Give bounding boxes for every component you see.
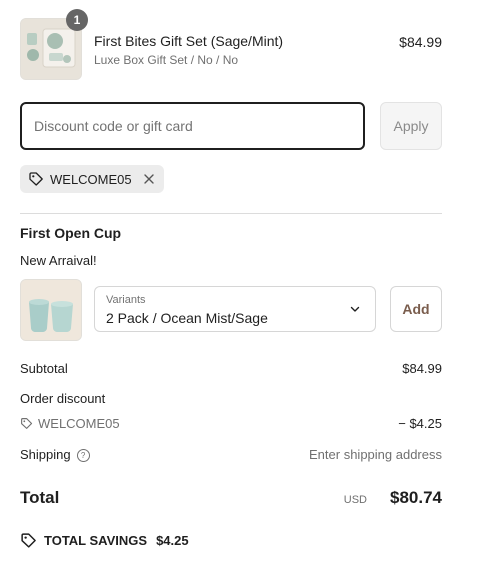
total-savings: TOTAL SAVINGS $4.25	[20, 532, 189, 549]
subtotal-label: Subtotal	[20, 361, 68, 376]
discount-value: − $4.25	[398, 416, 442, 431]
applied-discount-code: WELCOME05	[50, 171, 132, 187]
applied-discount-chip: WELCOME05	[20, 165, 164, 193]
total-value: $80.74	[390, 488, 442, 507]
variant-select-value: 2 Pack / Ocean Mist/Sage	[106, 310, 268, 326]
section-divider	[20, 213, 442, 214]
order-discount-label: Order discount	[20, 391, 106, 406]
shipping-label: Shipping	[20, 447, 71, 462]
remove-discount-icon[interactable]	[142, 172, 156, 186]
variant-select[interactable]: Variants 2 Pack / Ocean Mist/Sage	[94, 286, 376, 332]
quantity-badge: 1	[66, 9, 88, 31]
product-name: First Bites Gift Set (Sage/Mint)	[94, 33, 284, 49]
total-label: Total	[20, 488, 60, 507]
upsell-title: First Open Cup	[20, 225, 122, 241]
product-price: $84.99	[399, 34, 442, 50]
savings-label: TOTAL SAVINGS	[44, 533, 148, 548]
discount-code-input[interactable]	[20, 102, 365, 150]
help-icon[interactable]: ?	[76, 449, 90, 462]
subtotal-value: $84.99	[402, 361, 442, 376]
upsell-subtitle: New Arraival!	[20, 253, 97, 268]
add-upsell-button[interactable]: Add	[390, 286, 442, 332]
tag-icon	[29, 172, 43, 186]
variant-select-label: Variants	[106, 294, 146, 306]
upsell-product-image	[20, 279, 82, 341]
total-currency: USD	[343, 494, 367, 506]
cups-image	[21, 280, 81, 340]
tag-icon	[21, 418, 33, 429]
shipping-value: Enter shipping address	[309, 447, 442, 462]
apply-discount-button[interactable]: Apply	[380, 102, 442, 150]
product-variant: Luxe Box Gift Set / No / No	[94, 53, 239, 67]
discount-code-row: WELCOME05	[20, 416, 120, 431]
shipping-row: Shipping?	[20, 447, 90, 462]
savings-tag-icon	[21, 533, 36, 548]
discount-code-text: WELCOME05	[38, 416, 120, 431]
savings-value: $4.25	[156, 533, 189, 548]
chevron-down-icon	[350, 306, 360, 312]
